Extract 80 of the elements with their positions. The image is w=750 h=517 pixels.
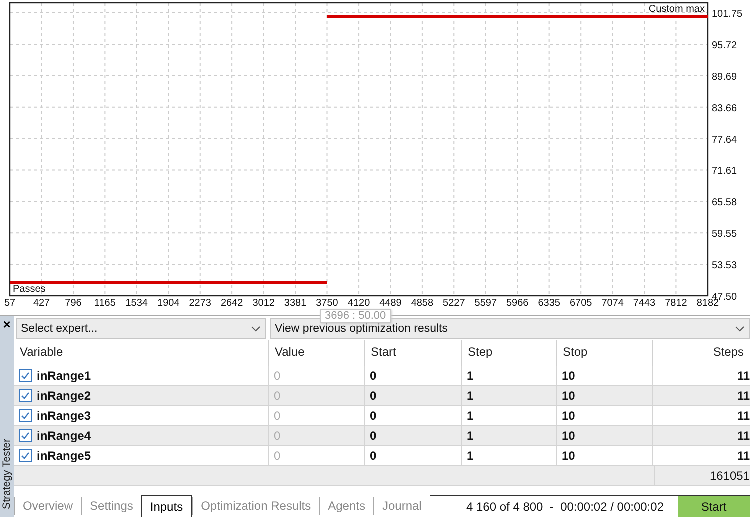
tab[interactable]: Inputs (141, 495, 192, 517)
checkbox[interactable] (19, 389, 32, 402)
start-button[interactable]: Start (678, 496, 750, 517)
x-tick-label: 4120 (348, 298, 370, 309)
table-cell: 1 (467, 368, 474, 382)
x-tick-label: 5227 (443, 298, 466, 309)
close-button[interactable]: × (3, 318, 11, 332)
y-tick-label: 53.53 (712, 260, 738, 272)
table-cell: 0 (370, 428, 377, 442)
table-cell: 10 (562, 428, 576, 442)
table-cell: 11 (737, 388, 750, 402)
table-cell: 1 (467, 408, 474, 422)
y-axis-label: Custom max (648, 4, 705, 15)
y-tick-label: 77.64 (712, 134, 738, 146)
x-tick-label: 6335 (538, 298, 560, 309)
x-tick-label: 1534 (126, 298, 148, 309)
x-tick-label: 4858 (411, 298, 434, 309)
results-dropdown[interactable]: View previous optimization results (270, 318, 750, 339)
x-tick-label: 7074 (602, 298, 624, 309)
total-steps: 161051 (654, 466, 750, 485)
y-tick-label: 83.66 (712, 103, 738, 114)
x-tick-label: 427 (33, 298, 50, 309)
y-tick-label: 59.55 (712, 229, 738, 240)
table-cell: 0 (274, 448, 281, 462)
y-tick-label: 89.69 (712, 72, 738, 83)
checkbox[interactable] (19, 409, 32, 422)
chevron-down-icon (251, 326, 261, 332)
x-tick-label: 57 (4, 298, 16, 309)
variable-name: inRange1 (37, 368, 92, 382)
x-tick-label: 7443 (633, 298, 656, 309)
table-cell: 0 (370, 408, 377, 422)
x-tick-label: 796 (65, 298, 82, 309)
x-tick-label: 1904 (158, 298, 180, 309)
table-cell: 0 (274, 408, 281, 422)
table-cell: 0 (274, 428, 281, 442)
chevron-down-icon (735, 326, 745, 332)
x-tick-label: 3750 (316, 298, 338, 309)
x-tick-label: 5597 (474, 298, 498, 309)
table-cell: 1 (467, 448, 474, 462)
table-cell: 10 (562, 408, 576, 422)
table-cell: 11 (737, 448, 750, 462)
table-cell: 0 (370, 448, 377, 462)
variable-name: inRange5 (37, 448, 92, 462)
table-cell: 11 (737, 368, 750, 382)
x-tick-label: 2642 (220, 298, 244, 309)
y-tick-label: 65.58 (712, 198, 738, 209)
panel-title: Strategy Tester (1, 438, 13, 509)
table-cell: 11 (737, 408, 750, 422)
y-tick-label: 71.61 (712, 166, 738, 178)
x-tick-label: 7812 (665, 298, 688, 309)
table-cell: 10 (562, 368, 576, 382)
x-tick-label: 2273 (189, 298, 212, 309)
table-cell: 0 (370, 368, 377, 382)
x-axis-label: Passes (13, 284, 46, 295)
table-cell: 0 (370, 388, 377, 402)
y-tick-label: 95.72 (712, 40, 738, 52)
x-tick-label: 6705 (570, 298, 592, 309)
table-cell: 1 (467, 428, 474, 442)
checkbox[interactable] (19, 429, 32, 442)
expert-dropdown[interactable]: Select expert... (16, 318, 266, 339)
variable-name: inRange4 (37, 428, 92, 442)
x-tick-label: 5966 (506, 298, 529, 309)
x-tick-label: 1165 (94, 298, 116, 309)
progress-status: 4 160 of 4 800 - 00:00:02 / 00:00:02 (466, 500, 664, 514)
x-tick-label: 3381 (284, 298, 307, 309)
table-cell: 1 (467, 388, 474, 402)
checkbox[interactable] (19, 369, 32, 382)
table-cell: 10 (562, 448, 576, 462)
x-tick-label: 4489 (380, 298, 402, 309)
x-tick-label: 3012 (252, 298, 275, 309)
variable-name: inRange2 (37, 388, 92, 402)
variable-name: inRange3 (37, 408, 92, 422)
checkbox[interactable] (19, 449, 32, 462)
column-header: Variable (19, 344, 64, 361)
table-cell: 11 (737, 428, 750, 442)
table-cell: 0 (274, 368, 281, 382)
table-cell: 10 (562, 388, 576, 402)
table-cell: 0 (274, 388, 281, 402)
chart-tooltip: 3696 : 50.00 (320, 309, 392, 323)
y-tick-label: 101.75 (712, 9, 743, 20)
